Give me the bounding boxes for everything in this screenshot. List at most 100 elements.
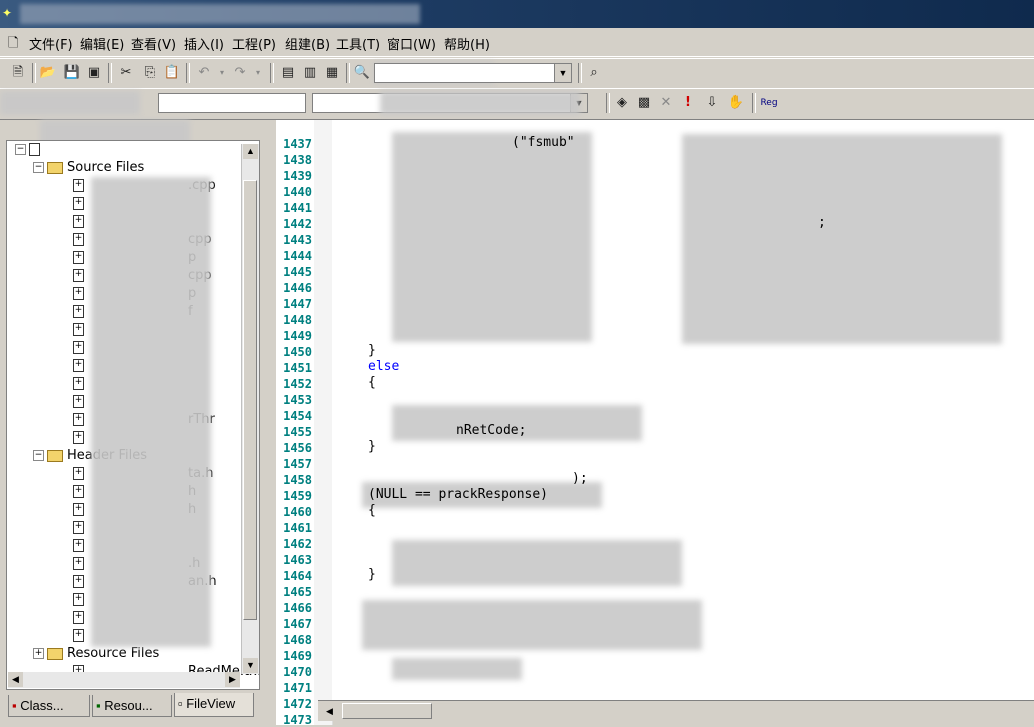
scroll-down-icon[interactable]: ▼ <box>243 658 258 673</box>
scroll-up-icon[interactable]: ▲ <box>243 144 258 159</box>
find-combo-arrow-icon[interactable]: ▼ <box>554 64 571 82</box>
wizard-toolbar: ▼ ◈ ▩ ✕ ! ⇩ ✋ Reg <box>0 88 1034 120</box>
stop-build-icon[interactable]: ✕ <box>656 94 676 112</box>
window-list-icon[interactable]: ▦ <box>322 64 342 82</box>
redacted-members <box>380 91 580 115</box>
editor-scroll-thumb[interactable] <box>342 703 432 719</box>
tab-class-view[interactable]: ▪ Class... <box>8 695 90 717</box>
breakpoint-hand-icon[interactable]: ✋ <box>726 94 746 112</box>
menu-tools[interactable]: 工具(T) <box>336 34 380 53</box>
redacted-code <box>362 600 702 650</box>
collapse-icon[interactable]: − <box>33 162 44 173</box>
tree-scroll-thumb[interactable] <box>243 180 257 620</box>
file-icon: + <box>73 539 84 552</box>
file-icon: + <box>73 467 84 480</box>
line-number: 1438 <box>283 153 312 167</box>
menu-project[interactable]: 工程(P) <box>232 34 276 53</box>
tree-root[interactable]: − <box>15 141 44 159</box>
file-icon: + <box>73 305 84 318</box>
tab-label: Class... <box>20 698 64 713</box>
scroll-right-icon[interactable]: ▶ <box>225 672 240 687</box>
line-number: 1450 <box>283 345 312 359</box>
toolbar-separator <box>108 63 112 83</box>
file-tree[interactable]: −−Source Files+.cpp+++cpp+p+cpp+p+f+++++… <box>6 140 260 690</box>
save-icon[interactable]: 💾 <box>62 64 82 82</box>
menu-help[interactable]: 帮助(H) <box>444 34 490 53</box>
open-folder-icon[interactable]: 📂 <box>38 64 58 82</box>
tree-vertical-scrollbar[interactable]: ▲ ▼ <box>241 144 259 674</box>
file-icon: + <box>73 395 84 408</box>
menu-edit[interactable]: 编辑(E) <box>80 34 124 53</box>
redo-dropdown-icon[interactable]: ▾ <box>248 64 268 82</box>
folder-icon <box>47 647 63 660</box>
file-icon: + <box>73 215 84 228</box>
file-icon: + <box>73 197 84 210</box>
new-text-file-icon[interactable]: 🗎 <box>8 64 28 82</box>
line-number: 1461 <box>283 521 312 535</box>
redacted-code <box>682 134 1002 344</box>
undo-dropdown-icon[interactable]: ▾ <box>212 64 232 82</box>
line-number: 1466 <box>283 601 312 615</box>
line-number: 1444 <box>283 249 312 263</box>
menu-file[interactable]: 文件(F) <box>29 34 73 53</box>
scroll-left-icon[interactable]: ◀ <box>322 704 337 719</box>
workspace-icon[interactable]: ▤ <box>278 64 298 82</box>
cut-icon[interactable]: ✂ <box>116 64 136 82</box>
expand-icon[interactable]: + <box>33 648 44 659</box>
line-number: 1472 <box>283 697 312 711</box>
scroll-left-icon[interactable]: ◀ <box>8 672 23 687</box>
find-in-files-icon[interactable]: 🔍 <box>352 64 372 82</box>
tree-folder[interactable]: − Source Files <box>33 159 144 177</box>
redo-icon[interactable]: ↷ <box>230 64 250 82</box>
line-number: 1440 <box>283 185 312 199</box>
file-view-icon: ▫ <box>178 696 183 711</box>
undo-icon[interactable]: ↶ <box>194 64 214 82</box>
toolbar-separator <box>578 63 582 83</box>
menu-window[interactable]: 窗口(W) <box>387 34 436 53</box>
paste-icon[interactable]: 📋 <box>162 64 182 82</box>
code-line: } <box>368 439 376 454</box>
file-icon: + <box>73 575 84 588</box>
line-number: 1469 <box>283 649 312 663</box>
line-number: 1462 <box>283 537 312 551</box>
find-combo[interactable]: ▼ <box>374 63 572 83</box>
collapse-icon[interactable]: − <box>33 450 44 461</box>
class-combo[interactable] <box>158 93 306 113</box>
tree-folder[interactable]: + Resource Files <box>33 645 159 663</box>
code-line: { <box>368 375 376 390</box>
output-icon[interactable]: ▥ <box>300 64 320 82</box>
toolbar-separator <box>186 63 190 83</box>
class-view-icon: ▪ <box>12 698 17 713</box>
menu-build[interactable]: 组建(B) <box>285 34 330 53</box>
document-icon[interactable]: 🗋 <box>8 34 18 56</box>
code-editor[interactable]: ("fsmub";} else{nRetCode;}); (NULL == prac… <box>332 120 1034 700</box>
collapse-icon[interactable]: − <box>15 144 26 155</box>
editor-horizontal-scrollbar[interactable]: ◀ <box>318 700 1034 721</box>
menu-insert[interactable]: 插入(I) <box>184 34 224 53</box>
build-icon[interactable]: ▩ <box>634 94 654 112</box>
reg-button[interactable]: Reg <box>758 94 780 112</box>
line-number: 1456 <box>283 441 312 455</box>
line-number: 1465 <box>283 585 312 599</box>
file-icon: + <box>73 521 84 534</box>
file-icon: + <box>73 179 84 192</box>
tab-resource-view[interactable]: ▪ Resou... <box>92 695 172 717</box>
save-all-icon[interactable]: ▣ <box>84 64 104 82</box>
line-number: 1453 <box>283 393 312 407</box>
line-number: 1458 <box>283 473 312 487</box>
code-keyword: else <box>368 359 400 374</box>
code-line: (NULL == prackResponse) <box>368 487 549 502</box>
folder-icon <box>47 449 63 462</box>
selection-margin[interactable] <box>314 120 333 725</box>
line-number: 1454 <box>283 409 312 423</box>
tree-horizontal-scrollbar[interactable]: ◀ ▶ <box>8 672 240 688</box>
binoculars-icon[interactable]: ⌕ <box>584 64 604 82</box>
menu-view[interactable]: 查看(V) <box>131 34 176 53</box>
go-icon[interactable]: ⇩ <box>702 94 722 112</box>
copy-icon[interactable]: ⎘ <box>140 64 160 82</box>
compile-icon[interactable]: ◈ <box>612 94 632 112</box>
execute-icon[interactable]: ! <box>678 94 698 112</box>
line-number: 1457 <box>283 457 312 471</box>
line-number: 1467 <box>283 617 312 631</box>
tab-file-view[interactable]: ▫ FileView <box>174 693 254 717</box>
